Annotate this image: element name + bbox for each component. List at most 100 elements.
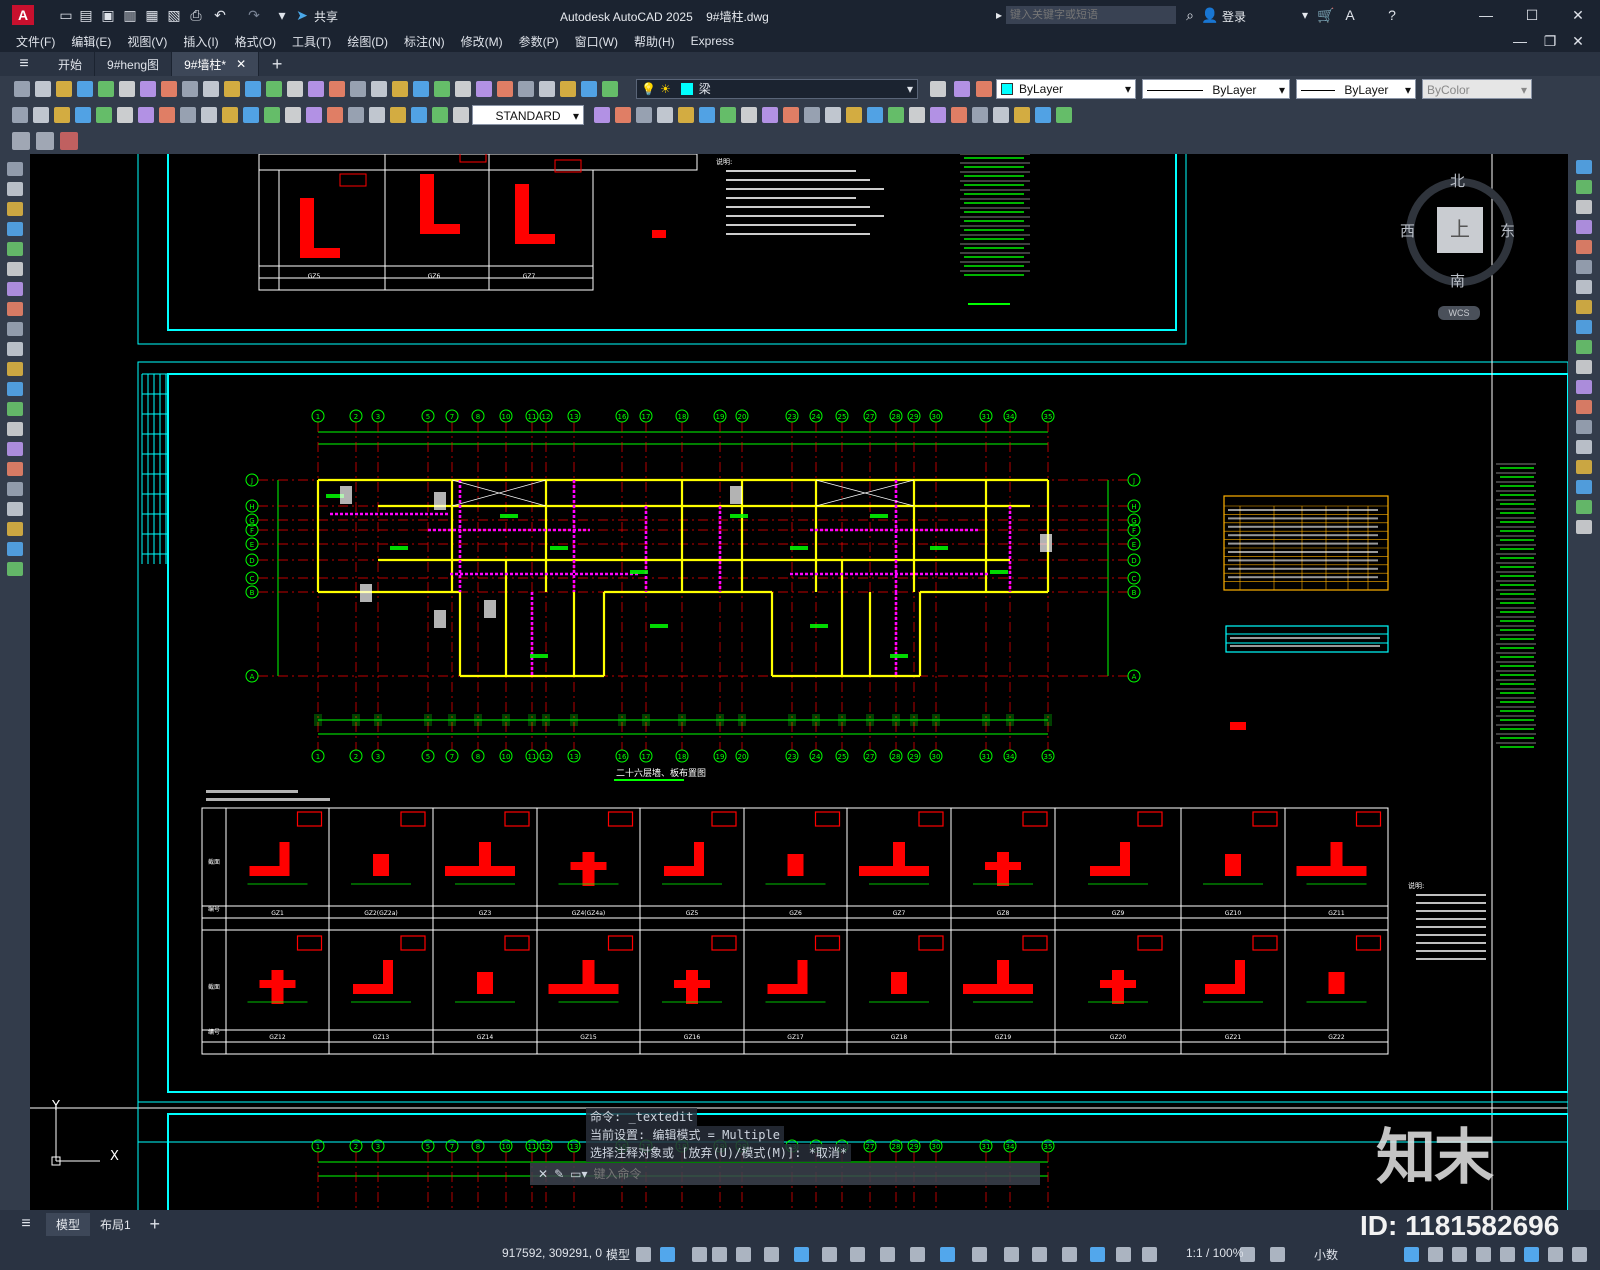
toolbar-tool-icon[interactable] xyxy=(783,107,799,123)
menu-edit[interactable]: 编辑(E) xyxy=(63,33,119,50)
toolbar-tool-icon[interactable] xyxy=(594,107,610,123)
toolbar-tool-icon[interactable] xyxy=(329,81,345,97)
toolbar-tool-icon[interactable] xyxy=(476,81,492,97)
toolbar-tool-icon[interactable] xyxy=(1056,107,1072,123)
toolbar-tool-icon[interactable] xyxy=(119,81,135,97)
search-chevron-icon[interactable]: ▸ xyxy=(996,8,1002,22)
toolbar-tool-icon[interactable] xyxy=(203,81,219,97)
toolbar-tool-icon[interactable] xyxy=(976,81,992,97)
coordinates-readout[interactable]: 917592, 309291, 0 xyxy=(496,1246,608,1260)
viewcube-face-top[interactable]: 上 xyxy=(1437,207,1483,253)
modify-tool-icon[interactable] xyxy=(1576,200,1592,214)
customize-icon[interactable]: ✎ xyxy=(554,1167,564,1181)
toolbar-tool-icon[interactable] xyxy=(909,107,925,123)
tab-close-icon[interactable]: ✕ xyxy=(236,57,246,71)
draw-tool-icon[interactable] xyxy=(7,242,23,256)
toolbar-tool-icon[interactable] xyxy=(602,81,618,97)
toolbar-tool-icon[interactable] xyxy=(455,81,471,97)
toolbar-tool-icon[interactable] xyxy=(434,81,450,97)
cart-icon[interactable]: 🛒 xyxy=(1316,5,1336,25)
toolbar-tool-icon[interactable] xyxy=(678,107,694,123)
modify-tool-icon[interactable] xyxy=(1576,240,1592,254)
modify-tool-icon[interactable] xyxy=(1576,440,1592,454)
menu-insert[interactable]: 插入(I) xyxy=(175,33,226,50)
doc-minimize-icon[interactable]: — xyxy=(1510,31,1530,51)
save-icon[interactable]: ▣ xyxy=(98,5,118,25)
modify-tool-icon[interactable] xyxy=(1576,500,1592,514)
layer-dropdown[interactable]: 💡 ☀ 梁 ▾ xyxy=(636,79,918,99)
status-toggle-icon[interactable] xyxy=(736,1247,751,1262)
toolbar-tool-icon[interactable] xyxy=(699,107,715,123)
draw-tool-icon[interactable] xyxy=(7,522,23,536)
toolbar-tool-icon[interactable] xyxy=(287,81,303,97)
toolbar-tool-icon[interactable] xyxy=(182,81,198,97)
close-icon[interactable]: ✕ xyxy=(1568,5,1588,25)
menu-parametric[interactable]: 参数(P) xyxy=(511,33,567,50)
modify-tool-icon[interactable] xyxy=(1576,520,1592,534)
menu-view[interactable]: 视图(V) xyxy=(119,33,175,50)
draw-tool-icon[interactable] xyxy=(7,262,23,276)
toolbar-tool-icon[interactable] xyxy=(350,81,366,97)
draw-tool-icon[interactable] xyxy=(7,162,23,176)
toolbar-tool-icon[interactable] xyxy=(560,81,576,97)
share-button[interactable]: 共享 xyxy=(314,8,338,25)
modify-tool-icon[interactable] xyxy=(1576,480,1592,494)
modify-tool-icon[interactable] xyxy=(1576,160,1592,174)
command-line[interactable]: ✕ ✎ ▭▾ xyxy=(530,1163,1040,1185)
toolbar-tool-icon[interactable] xyxy=(371,81,387,97)
dimstyle-dropdown[interactable]: STANDARD ▾ xyxy=(472,105,584,125)
status-toggle-icon[interactable] xyxy=(1004,1247,1019,1262)
compass-east[interactable]: 东 xyxy=(1500,220,1515,241)
new-icon[interactable]: ▭ xyxy=(56,5,76,25)
help-search-input[interactable] xyxy=(1006,6,1176,24)
toolbar-tool-icon[interactable] xyxy=(285,107,301,123)
tab-layout1[interactable]: 布局1 xyxy=(90,1213,141,1236)
toolbar-tool-icon[interactable] xyxy=(264,107,280,123)
lineweight-dropdown[interactable]: ByLayer ▾ xyxy=(1296,79,1416,99)
toolbar-tool-icon[interactable] xyxy=(1014,107,1030,123)
compass-west[interactable]: 西 xyxy=(1400,220,1415,241)
toolbar-tool-icon[interactable] xyxy=(77,81,93,97)
modify-tool-icon[interactable] xyxy=(1576,300,1592,314)
menu-format[interactable]: 格式(O) xyxy=(227,33,284,50)
annotation-scale[interactable]: 1:1 / 100% xyxy=(1180,1246,1249,1260)
toolbar-tool-icon[interactable] xyxy=(867,107,883,123)
modify-tool-icon[interactable] xyxy=(1576,400,1592,414)
toolbar-tool-icon[interactable] xyxy=(1035,107,1051,123)
toolbar-tool-icon[interactable] xyxy=(140,81,156,97)
toolbar-tool-icon[interactable] xyxy=(306,107,322,123)
draw-tool-icon[interactable] xyxy=(7,222,23,236)
draw-tool-icon[interactable] xyxy=(7,442,23,456)
status-toggle-icon[interactable] xyxy=(1548,1247,1563,1262)
toolbar-tool-icon[interactable] xyxy=(518,81,534,97)
user-icon[interactable]: 👤 xyxy=(1200,5,1220,25)
toolbar-tool-icon[interactable] xyxy=(615,107,631,123)
toolbar-tool-icon[interactable] xyxy=(327,107,343,123)
draw-tool-icon[interactable] xyxy=(7,482,23,496)
toolbar-tool-icon[interactable] xyxy=(35,81,51,97)
model-space-toggle[interactable]: 模型 xyxy=(600,1246,636,1263)
color-dropdown[interactable]: ByLayer ▾ xyxy=(996,79,1136,99)
menu-help[interactable]: 帮助(H) xyxy=(626,33,683,50)
draw-tool-icon[interactable] xyxy=(7,322,23,336)
status-toggle-icon[interactable] xyxy=(1428,1247,1443,1262)
toolbar-tool-icon[interactable] xyxy=(14,81,30,97)
toolbar-tool-icon[interactable] xyxy=(657,107,673,123)
toolbar-tool-icon[interactable] xyxy=(581,81,597,97)
tab-heng[interactable]: 9#heng图 xyxy=(95,52,173,76)
modify-tool-icon[interactable] xyxy=(1576,180,1592,194)
toolbar-tool-icon[interactable] xyxy=(266,81,282,97)
toolbar-tool-icon[interactable] xyxy=(720,107,736,123)
toolbar-tool-icon[interactable] xyxy=(888,107,904,123)
menu-express[interactable]: Express xyxy=(683,34,742,48)
status-toggle-icon[interactable] xyxy=(880,1247,895,1262)
toolbar-tool-icon[interactable] xyxy=(432,107,448,123)
status-toggle-icon[interactable] xyxy=(794,1247,809,1262)
toolbar-tool-icon[interactable] xyxy=(993,107,1009,123)
add-layout-icon[interactable]: + xyxy=(145,1214,165,1234)
toolbar-tool-icon[interactable] xyxy=(54,107,70,123)
status-toggle-icon[interactable] xyxy=(1090,1247,1105,1262)
modify-tool-icon[interactable] xyxy=(1576,320,1592,334)
toolbar-tool-icon[interactable] xyxy=(138,107,154,123)
toolbar-tool-icon[interactable] xyxy=(762,107,778,123)
